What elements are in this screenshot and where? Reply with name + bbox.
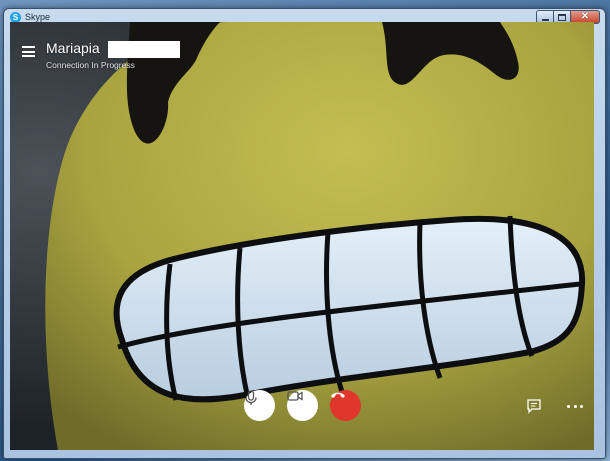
connection-status: Connection In Progress — [46, 60, 135, 70]
chat-icon — [527, 399, 541, 414]
video-feed: Mariapia Connection In Progress — [10, 22, 594, 450]
video-camera-icon — [287, 391, 303, 401]
more-options-icon[interactable] — [567, 402, 583, 410]
contact-name: Mariapia — [46, 40, 100, 56]
window-title: Skype — [25, 12, 51, 22]
redacted-surname — [108, 41, 180, 58]
microphone-button[interactable] — [244, 390, 275, 421]
video-button[interactable] — [287, 390, 318, 421]
hamburger-menu-icon[interactable] — [22, 46, 35, 57]
end-call-button[interactable] — [330, 390, 361, 421]
close-icon: ✕ — [580, 11, 590, 22]
maximize-icon — [558, 13, 566, 21]
hang-up-icon — [331, 392, 345, 398]
video-frame-image — [10, 22, 594, 450]
minimize-icon — [541, 18, 549, 21]
microphone-icon — [245, 390, 257, 405]
chat-button[interactable] — [526, 398, 542, 414]
